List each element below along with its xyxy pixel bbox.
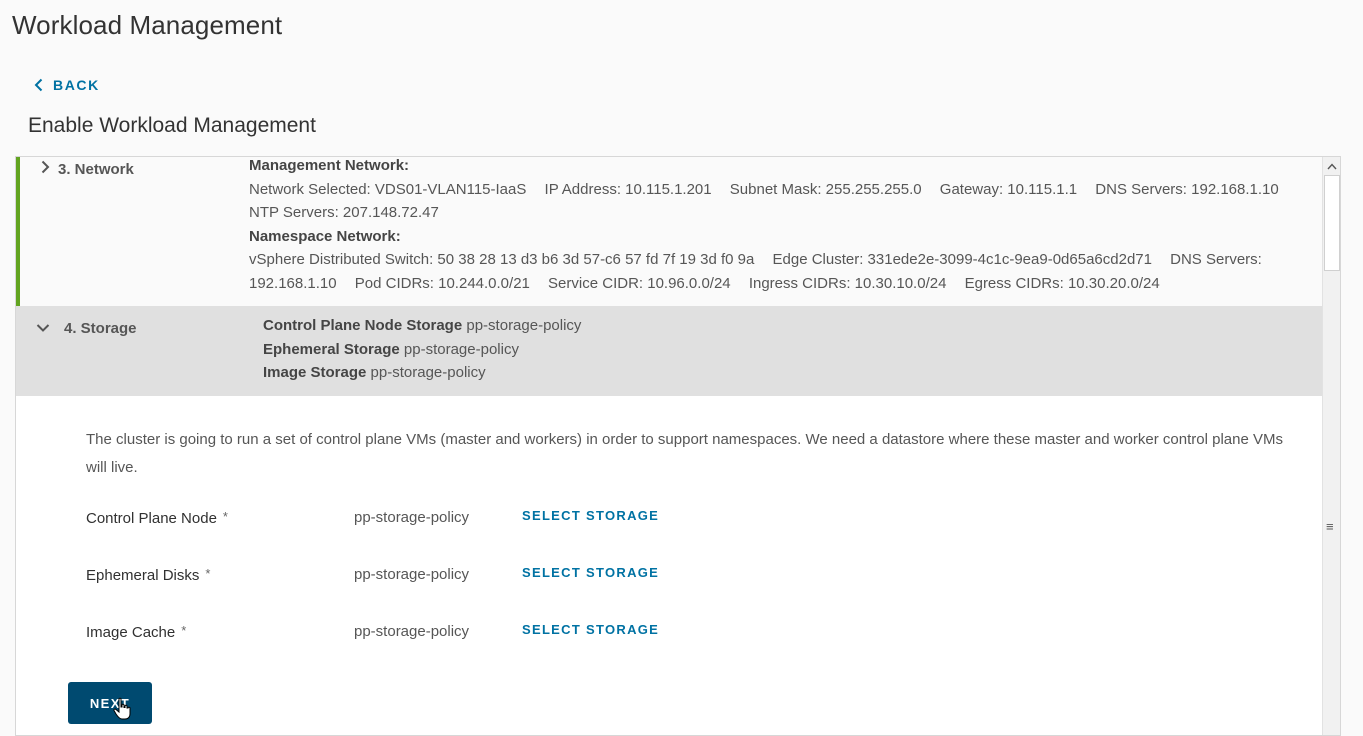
mgmt-network-item: IP Address: 10.115.1.201 (544, 180, 712, 198)
mgmt-network-details: Network Selected: VDS01-VLAN115-IaaS IP … (249, 178, 1309, 225)
ns-network-item: Edge Cluster: 331ede2e-3099-4c1c-9ea9-0d… (772, 251, 1152, 269)
image-cache-value: pp-storage-policy (354, 623, 470, 640)
mgmt-network-heading: Management Network: (249, 157, 410, 174)
ns-network-item: Service CIDR: 10.96.0.0/24 (548, 274, 731, 292)
network-summary: Management Network: Network Selected: VD… (249, 157, 1309, 296)
vertical-scrollbar[interactable]: ≡ (1322, 157, 1340, 735)
storage-summary-value: pp-storage-policy (370, 364, 486, 382)
scroll-thumb[interactable] (1324, 175, 1340, 271)
ns-network-item: vSphere Distributed Switch: 50 38 28 13 … (249, 251, 755, 269)
ns-network-item: Pod CIDRs: 10.244.0.0/21 (354, 274, 530, 292)
field-label: Image Cache (86, 624, 176, 641)
page-title: Workload Management (12, 10, 283, 40)
wizard-title: Enable Workload Management (28, 114, 316, 137)
ns-network-item: Egress CIDRs: 10.30.20.0/24 (964, 274, 1160, 292)
ephemeral-disks-value: pp-storage-policy (354, 566, 470, 583)
control-plane-node-label: Control Plane Node * (86, 509, 228, 527)
required-marker: * (205, 566, 211, 581)
storage-summary-key: Control Plane Node Storage (263, 317, 463, 334)
chevron-left-icon (34, 78, 43, 92)
storage-summary: Control Plane Node Storage pp-storage-po… (263, 314, 581, 385)
storage-summary-line: Control Plane Node Storage pp-storage-po… (263, 314, 581, 338)
step-network-label: 3. Network (58, 160, 134, 178)
storage-summary-value: pp-storage-policy (466, 317, 582, 334)
step-storage-header[interactable]: 4. Storage (36, 320, 137, 337)
back-link[interactable]: BACK (34, 77, 100, 93)
mgmt-network-item: Gateway: 10.115.1.1 (939, 180, 1078, 198)
select-storage-image-cache-button[interactable]: SELECT STORAGE (522, 622, 659, 637)
mgmt-network-item: Subnet Mask: 255.255.255.0 (729, 180, 922, 198)
back-label: BACK (53, 77, 100, 93)
ephemeral-disks-label: Ephemeral Disks * (86, 566, 210, 584)
required-marker: * (222, 509, 228, 524)
select-storage-ephemeral-button[interactable]: SELECT STORAGE (522, 565, 659, 580)
storage-description: The cluster is going to run a set of con… (86, 431, 1283, 476)
field-label: Ephemeral Disks (86, 567, 200, 584)
mgmt-network-item: DNS Servers: 192.168.1.10 (1095, 180, 1279, 198)
next-button[interactable]: NEXT (68, 682, 152, 724)
step-network: 3. Network Management Network: Network S… (16, 157, 1322, 306)
mgmt-network-item: Network Selected: VDS01-VLAN115-IaaS (249, 180, 527, 198)
storage-summary-key: Image Storage (263, 364, 367, 382)
storage-summary-line: Ephemeral Storage pp-storage-policy (263, 338, 581, 362)
field-label: Control Plane Node (86, 510, 217, 527)
ns-network-details: vSphere Distributed Switch: 50 38 28 13 … (249, 248, 1309, 295)
arrow-up-icon[interactable] (1323, 157, 1340, 175)
storage-summary-key: Ephemeral Storage (263, 340, 400, 358)
storage-step-content: The cluster is going to run a set of con… (16, 396, 1322, 735)
chevron-right-icon (40, 160, 50, 178)
ns-network-heading: Namespace Network: (249, 227, 401, 245)
select-storage-control-plane-button[interactable]: SELECT STORAGE (522, 508, 659, 523)
wizard-panel: 3. Network Management Network: Network S… (15, 156, 1341, 736)
grip-icon: ≡ (1326, 519, 1334, 534)
control-plane-node-value: pp-storage-policy (354, 509, 470, 526)
step-network-header[interactable]: 3. Network (40, 160, 134, 178)
hand-pointer-icon (113, 697, 131, 726)
storage-summary-value: pp-storage-policy (403, 340, 519, 358)
image-cache-label: Image Cache * (86, 623, 186, 641)
storage-summary-line: Image Storage pp-storage-policy (263, 361, 581, 385)
ns-network-item: Ingress CIDRs: 10.30.10.0/24 (748, 274, 947, 292)
step-storage-label: 4. Storage (64, 320, 137, 337)
required-marker: * (181, 623, 187, 638)
mgmt-network-item: NTP Servers: 207.148.72.47 (249, 204, 439, 222)
step-storage: 4. Storage Control Plane Node Storage pp… (16, 306, 1322, 396)
chevron-down-icon (36, 320, 50, 337)
